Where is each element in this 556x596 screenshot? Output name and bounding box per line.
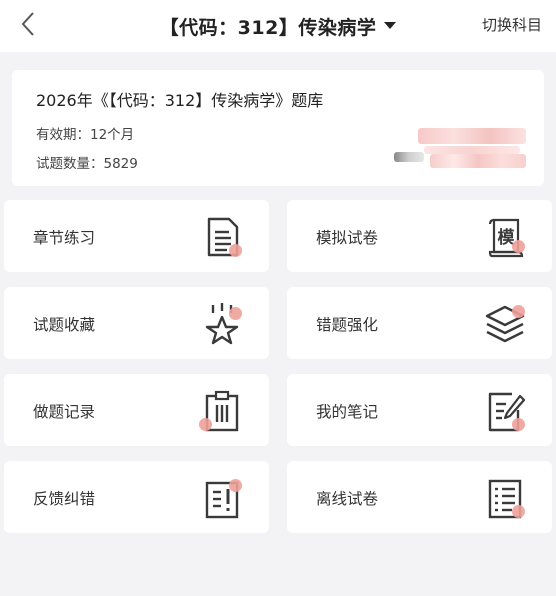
feedback-list-icon (199, 475, 245, 521)
dropdown-caret-icon (384, 22, 397, 29)
subject-selector[interactable]: 【代码：312】传染病学 (160, 13, 397, 40)
redacted-info-3 (394, 152, 424, 162)
app-page: 【代码：312】传染病学 切换科目 2026年《【代码：312】传染病学》题库 … (0, 0, 556, 596)
redacted-info-4 (430, 154, 526, 168)
note-pen-icon (482, 388, 528, 434)
offline-paper-icon (482, 475, 528, 521)
menu-offline-exam[interactable]: 离线试卷 (287, 461, 552, 533)
menu-my-notes[interactable]: 我的笔记 (287, 374, 552, 446)
menu-label: 试题收藏 (33, 316, 96, 334)
star-icon (199, 301, 245, 347)
menu-favorites[interactable]: 试题收藏 (4, 287, 269, 359)
switch-subject-link[interactable]: 切换科目 (482, 14, 542, 35)
clipboard-icon (199, 388, 245, 434)
menu-label: 做题记录 (33, 403, 96, 421)
menu-label: 章节练习 (33, 229, 96, 247)
menu-label: 离线试卷 (316, 490, 379, 508)
menu-label: 错题强化 (316, 316, 379, 334)
question-count-text: 试题数量：5829 (36, 156, 138, 172)
document-icon (199, 214, 245, 260)
menu-feedback[interactable]: 反馈纠错 (4, 461, 269, 533)
menu-wrong-questions[interactable]: 错题强化 (287, 287, 552, 359)
page-title: 【代码：312】传染病学 (159, 16, 377, 39)
top-bar: 【代码：312】传染病学 切换科目 (0, 0, 556, 52)
bank-title: 2026年《【代码：312】传染病学》题库 (36, 91, 324, 110)
question-bank-card: 2026年《【代码：312】传染病学》题库 有效期：12个月 试题数量：5829 (12, 70, 544, 186)
layers-icon (482, 301, 528, 347)
back-arrow-icon (21, 12, 34, 36)
menu-label: 反馈纠错 (33, 490, 96, 508)
redacted-info-1 (418, 128, 526, 144)
menu-label: 我的笔记 (316, 403, 379, 421)
menu-label: 模拟试卷 (316, 229, 379, 247)
redacted-info-2 (424, 146, 520, 154)
menu-mock-exam[interactable]: 模拟试卷 模 (287, 200, 552, 272)
validity-text: 有效期：12个月 (36, 127, 135, 143)
back-button[interactable] (14, 10, 42, 38)
menu-chapter-practice[interactable]: 章节练习 (4, 200, 269, 272)
menu-practice-history[interactable]: 做题记录 (4, 374, 269, 446)
scroll-exam-icon: 模 (482, 214, 528, 260)
